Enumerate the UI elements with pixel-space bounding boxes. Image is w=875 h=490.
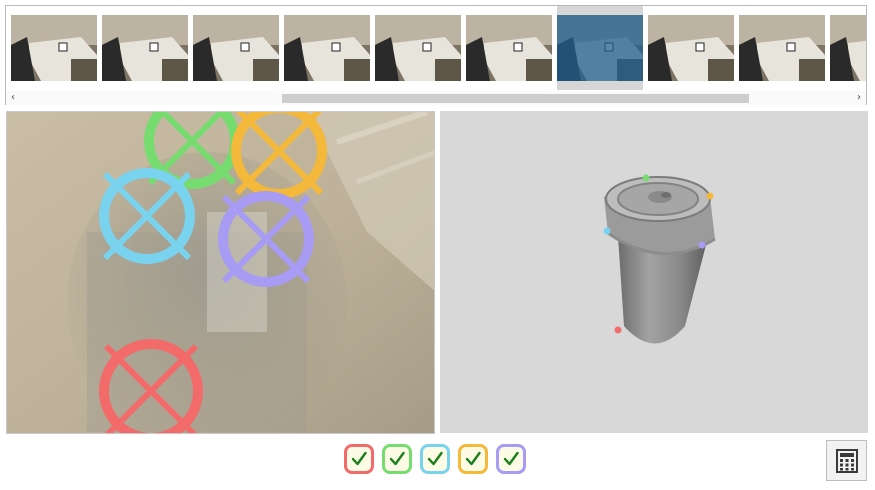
calculator-icon — [836, 449, 858, 473]
confirm-keypoint-blue-checkbox[interactable] — [420, 444, 450, 474]
model-keypoint-purple[interactable] — [698, 241, 706, 249]
model-3d-view[interactable] — [440, 111, 868, 433]
can-model-canvas[interactable] — [440, 111, 868, 433]
thumbnail-frame-8[interactable] — [648, 15, 734, 81]
thumbnail-frame-5[interactable] — [375, 15, 461, 81]
photo-zoom-view[interactable] — [6, 111, 435, 434]
scroll-left-button[interactable]: ‹ — [6, 91, 20, 105]
horizontal-scrollbar[interactable]: ‹ › — [6, 91, 866, 105]
check-icon — [389, 451, 405, 466]
check-icon — [351, 451, 367, 466]
thumbnail-frame-6[interactable] — [466, 15, 552, 81]
thumbnail-frame-4[interactable] — [284, 15, 370, 81]
model-keypoint-green[interactable] — [642, 174, 650, 182]
confirm-keypoint-purple-checkbox[interactable] — [496, 444, 526, 474]
scrollbar-thumb[interactable] — [282, 94, 749, 103]
check-icon — [503, 451, 519, 466]
check-icon — [427, 451, 443, 466]
thumbnail-list — [6, 6, 866, 90]
chevron-left-icon: ‹ — [11, 92, 15, 103]
scroll-right-button[interactable]: › — [852, 91, 866, 105]
thumbnail-frame-9[interactable] — [739, 15, 825, 81]
thumbnail-frame-2[interactable] — [102, 15, 188, 81]
photo-canvas[interactable] — [7, 112, 435, 434]
thumbnail-frame-10[interactable] — [830, 15, 866, 81]
thumbnail-frame-7[interactable] — [557, 6, 643, 90]
chevron-right-icon: › — [857, 92, 861, 103]
confirm-keypoint-green-checkbox[interactable] — [382, 444, 412, 474]
thumbnail-frame-3[interactable] — [193, 15, 279, 81]
check-icon — [465, 451, 481, 466]
confirm-keypoint-red-checkbox[interactable] — [344, 444, 374, 474]
model-keypoint-blue[interactable] — [603, 227, 611, 235]
calculate-button[interactable] — [826, 440, 867, 481]
model-keypoint-orange[interactable] — [706, 192, 714, 200]
confirm-keypoint-orange-checkbox[interactable] — [458, 444, 488, 474]
thumbnail-frame-1[interactable] — [11, 15, 97, 81]
model-keypoint-red[interactable] — [614, 326, 622, 334]
thumbnail-strip: ‹ › — [5, 5, 867, 105]
